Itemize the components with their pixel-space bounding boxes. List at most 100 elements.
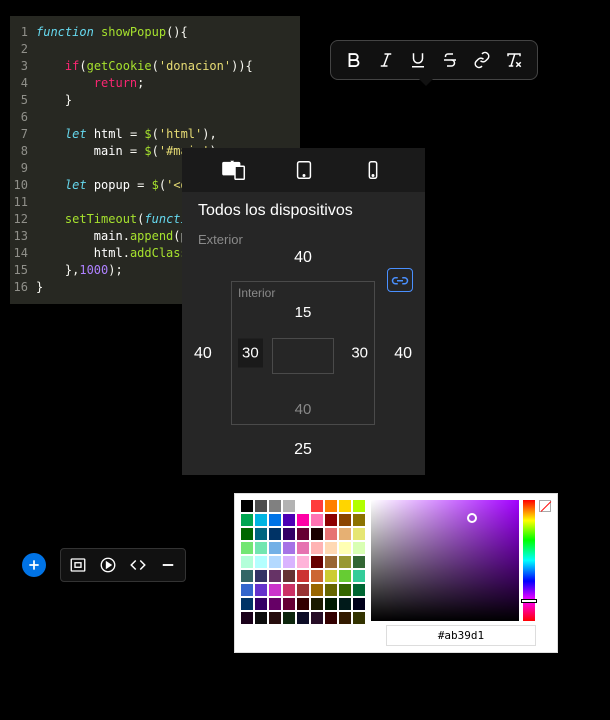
color-swatch[interactable] — [283, 514, 295, 526]
color-swatch[interactable] — [241, 500, 253, 512]
color-swatch[interactable] — [283, 528, 295, 540]
color-swatch[interactable] — [325, 542, 337, 554]
device-tab-all[interactable] — [219, 158, 251, 182]
color-swatch[interactable] — [325, 514, 337, 526]
color-swatch[interactable] — [339, 500, 351, 512]
color-swatch[interactable] — [241, 612, 253, 624]
code-content[interactable]: } — [36, 92, 72, 109]
color-swatch[interactable] — [255, 598, 267, 610]
color-swatch[interactable] — [241, 598, 253, 610]
color-swatch[interactable] — [283, 584, 295, 596]
color-swatch[interactable] — [311, 556, 323, 568]
color-swatch[interactable] — [255, 542, 267, 554]
color-swatch[interactable] — [325, 598, 337, 610]
color-swatch[interactable] — [241, 584, 253, 596]
color-swatch[interactable] — [325, 500, 337, 512]
color-swatch[interactable] — [353, 556, 365, 568]
color-swatch[interactable] — [269, 528, 281, 540]
color-swatch[interactable] — [325, 556, 337, 568]
color-swatch[interactable] — [269, 598, 281, 610]
code-content[interactable]: return; — [36, 75, 144, 92]
add-block-button[interactable] — [22, 553, 46, 577]
color-swatch[interactable] — [269, 570, 281, 582]
color-swatch[interactable] — [297, 528, 309, 540]
color-swatch[interactable] — [269, 500, 281, 512]
code-line[interactable]: 7 let html = $('html'), — [10, 126, 300, 143]
code-line[interactable]: 6 — [10, 109, 300, 126]
color-swatch[interactable] — [325, 612, 337, 624]
hue-cursor[interactable] — [521, 599, 537, 603]
color-swatch[interactable] — [283, 598, 295, 610]
code-content[interactable]: } — [36, 279, 43, 296]
margin-left-input[interactable]: 40 — [194, 345, 212, 363]
color-swatch[interactable] — [283, 612, 295, 624]
color-swatch[interactable] — [311, 612, 323, 624]
color-swatch[interactable] — [255, 570, 267, 582]
minus-button[interactable] — [155, 552, 181, 578]
color-swatch[interactable] — [297, 514, 309, 526]
color-swatch[interactable] — [241, 514, 253, 526]
play-button[interactable] — [95, 552, 121, 578]
padding-right-input[interactable]: 30 — [351, 345, 368, 362]
color-swatch[interactable] — [353, 514, 365, 526]
bold-button[interactable] — [341, 47, 367, 73]
color-swatch[interactable] — [353, 612, 365, 624]
strikethrough-button[interactable] — [437, 47, 463, 73]
color-swatch[interactable] — [255, 584, 267, 596]
color-swatch[interactable] — [255, 528, 267, 540]
color-swatch[interactable] — [297, 612, 309, 624]
color-swatch[interactable] — [269, 556, 281, 568]
color-swatch[interactable] — [339, 514, 351, 526]
padding-left-input[interactable]: 30 — [238, 339, 263, 368]
code-view-button[interactable] — [125, 552, 151, 578]
color-swatch[interactable] — [339, 584, 351, 596]
link-button[interactable] — [469, 47, 495, 73]
color-swatch[interactable] — [339, 612, 351, 624]
code-content[interactable]: function showPopup(){ — [36, 24, 188, 41]
device-tab-mobile[interactable] — [357, 158, 389, 182]
color-swatch[interactable] — [325, 528, 337, 540]
code-line[interactable]: 2 — [10, 41, 300, 58]
color-swatch[interactable] — [297, 584, 309, 596]
code-content[interactable]: let html = $('html'), — [36, 126, 217, 143]
color-swatch[interactable] — [269, 542, 281, 554]
color-swatch[interactable] — [339, 598, 351, 610]
color-swatch[interactable] — [255, 514, 267, 526]
color-swatch[interactable] — [283, 570, 295, 582]
color-swatch[interactable] — [241, 556, 253, 568]
code-content[interactable]: let popup = $('<di — [36, 177, 195, 194]
code-line[interactable]: 1function showPopup(){ — [10, 24, 300, 41]
code-content[interactable]: if(getCookie('donacion')){ — [36, 58, 253, 75]
color-swatch[interactable] — [297, 500, 309, 512]
color-swatch[interactable] — [353, 500, 365, 512]
color-swatch[interactable] — [353, 528, 365, 540]
color-swatch[interactable] — [353, 570, 365, 582]
color-swatch[interactable] — [283, 556, 295, 568]
color-swatch[interactable] — [339, 570, 351, 582]
color-swatch[interactable] — [339, 528, 351, 540]
color-swatch[interactable] — [311, 584, 323, 596]
code-line[interactable]: 5 } — [10, 92, 300, 109]
padding-top-input[interactable]: 15 — [295, 304, 312, 321]
color-swatch[interactable] — [339, 542, 351, 554]
color-swatch[interactable] — [311, 514, 323, 526]
color-swatch[interactable] — [269, 612, 281, 624]
color-swatch[interactable] — [297, 598, 309, 610]
no-color-button[interactable] — [539, 500, 551, 512]
color-swatch[interactable] — [297, 556, 309, 568]
color-swatch[interactable] — [353, 542, 365, 554]
color-swatch[interactable] — [241, 542, 253, 554]
margin-right-input[interactable]: 40 — [394, 345, 412, 363]
margin-top-input[interactable]: 40 — [294, 249, 312, 267]
margin-bottom-input[interactable]: 25 — [294, 441, 312, 459]
code-content[interactable]: },1000); — [36, 262, 123, 279]
color-swatch[interactable] — [241, 528, 253, 540]
saturation-value-area[interactable] — [371, 500, 519, 621]
color-swatch[interactable] — [339, 556, 351, 568]
italic-button[interactable] — [373, 47, 399, 73]
code-line[interactable]: 4 return; — [10, 75, 300, 92]
color-swatch[interactable] — [255, 612, 267, 624]
hex-input[interactable] — [386, 625, 536, 646]
color-swatch[interactable] — [241, 570, 253, 582]
color-swatch[interactable] — [311, 528, 323, 540]
